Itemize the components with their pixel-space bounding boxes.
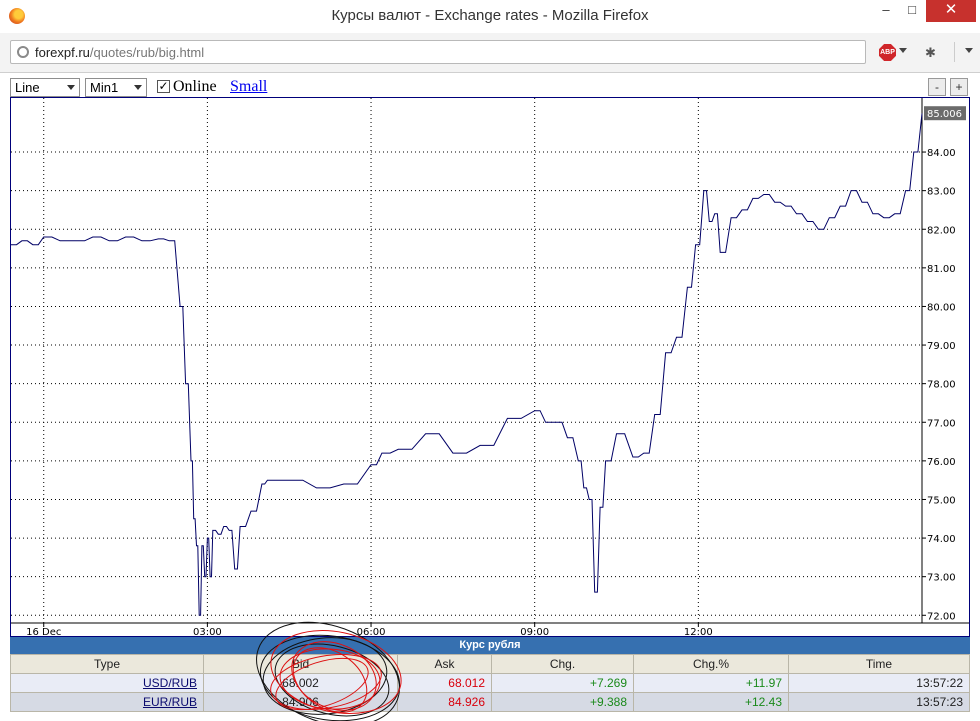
table-row: EUR/RUB 84.906 84.926 +9.388 +12.43 13:5…: [10, 692, 970, 712]
type-cell: EUR/RUB: [10, 692, 204, 712]
globe-icon: [17, 46, 29, 58]
y-tick-label: 84.00: [927, 148, 956, 159]
chart-panel: 72.00 73.00 74.00 75.00 76.00 77.00 78.00 79.00…: [10, 97, 970, 637]
current-value-label: 85.006: [927, 109, 962, 120]
small-link[interactable]: Small: [230, 78, 267, 96]
menu-dropdown-icon[interactable]: [965, 48, 973, 53]
bid-cell: 84.906: [203, 692, 398, 712]
rates-table: Курс рубля Type Bid Ask Chg. Chg.% Time …: [10, 637, 970, 712]
bid-cell: 68.002: [203, 673, 398, 693]
y-tick-label: 72.00: [927, 611, 956, 622]
address-bar[interactable]: forexpf.ru/quotes/rub/big.html: [10, 40, 866, 64]
y-axis-ticks: 72.00 73.00 74.00 75.00 76.00 77.00 78.00 79.00…: [922, 148, 956, 622]
y-tick-label: 78.00: [927, 380, 956, 391]
type-cell: USD/RUB: [10, 673, 204, 693]
rates-grid: Type Bid Ask Chg. Chg.% Time USD/RUB 68.…: [10, 654, 970, 712]
header-ask: Ask: [397, 654, 492, 674]
y-tick-label: 80.00: [927, 302, 956, 313]
ask-cell: 68.012: [397, 673, 492, 693]
table-row: USD/RUB 68.002 68.012 +7.269 +11.97 13:5…: [10, 673, 970, 693]
chart-type-value: Line: [15, 80, 40, 95]
current-value-marker: 85.006: [924, 106, 966, 121]
chevron-down-icon: [67, 85, 75, 90]
rate-series-line: [11, 113, 923, 616]
adblock-icon[interactable]: ABP: [879, 44, 896, 61]
ask-cell: 84.926: [397, 692, 492, 712]
y-tick-label: 79.00: [927, 341, 956, 352]
online-label: Online: [173, 78, 217, 95]
chg-pct-cell: +12.43: [633, 692, 789, 712]
window-title: Курсы валют - Exchange rates - Mozilla F…: [331, 7, 649, 24]
chg-cell: +7.269: [491, 673, 634, 693]
timeframe-value: Min1: [90, 80, 119, 95]
header-chg: Chg.: [491, 654, 634, 674]
header-time: Time: [788, 654, 970, 674]
toolbar-separator: [954, 42, 955, 62]
header-type: Type: [10, 654, 204, 674]
url-text[interactable]: forexpf.ru/quotes/rub/big.html: [35, 45, 204, 60]
timeframe-select[interactable]: Min1: [85, 78, 147, 97]
url-host: forexpf.ru: [35, 45, 90, 60]
y-tick-label: 82.00: [927, 225, 956, 236]
y-tick-label: 81.00: [927, 264, 956, 275]
y-tick-label: 76.00: [927, 457, 956, 468]
header-chg-pct: Chg.%: [633, 654, 789, 674]
x-tick-label: 16 Dec: [26, 627, 61, 636]
x-tick-label: 03:00: [193, 627, 222, 636]
chart-grid: [11, 98, 922, 623]
url-path: /quotes/rub/big.html: [89, 45, 205, 60]
extension-icon[interactable]: ✱: [925, 45, 936, 61]
x-axis-ticks: 16 Dec 03:00 06:00 09:00 12:00: [26, 623, 713, 636]
maximize-button[interactable]: □: [899, 0, 925, 22]
zoom-out-button[interactable]: -: [928, 78, 946, 96]
minimize-button[interactable]: ‒: [873, 0, 899, 22]
y-tick-label: 74.00: [927, 534, 956, 545]
chg-pct-cell: +11.97: [633, 673, 789, 693]
close-button[interactable]: ✕: [926, 0, 976, 22]
chevron-down-icon: [134, 85, 142, 90]
x-tick-label: 06:00: [357, 627, 386, 636]
navigation-bar: forexpf.ru/quotes/rub/big.html ABP ✱: [0, 33, 980, 73]
chart-type-select[interactable]: Line: [10, 78, 80, 97]
y-tick-label: 77.00: [927, 418, 956, 429]
pair-link-eurrub[interactable]: EUR/RUB: [143, 695, 197, 709]
chg-cell: +9.388: [491, 692, 634, 712]
y-tick-label: 75.00: [927, 495, 956, 506]
time-cell: 13:57:22: [788, 673, 970, 693]
y-tick-label: 73.00: [927, 573, 956, 584]
header-bid: Bid: [203, 654, 398, 674]
zoom-in-button[interactable]: +: [950, 78, 968, 96]
adblock-dropdown-icon[interactable]: [899, 48, 907, 53]
online-checkbox[interactable]: ✓: [157, 80, 170, 93]
time-cell: 13:57:23: [788, 692, 970, 712]
rates-caption: Курс рубля: [10, 637, 970, 654]
header-row: Type Bid Ask Chg. Chg.% Time: [10, 654, 970, 674]
x-tick-label: 12:00: [684, 627, 713, 636]
rate-chart: 72.00 73.00 74.00 75.00 76.00 77.00 78.00 79.00…: [11, 98, 969, 636]
chart-toolbar: Line Min1 ✓ Online Small - +: [10, 76, 970, 98]
y-tick-label: 83.00: [927, 187, 956, 198]
title-bar: Курсы валют - Exchange rates - Mozilla F…: [0, 0, 980, 33]
x-tick-label: 09:00: [520, 627, 549, 636]
pair-link-usdrub[interactable]: USD/RUB: [143, 676, 197, 690]
